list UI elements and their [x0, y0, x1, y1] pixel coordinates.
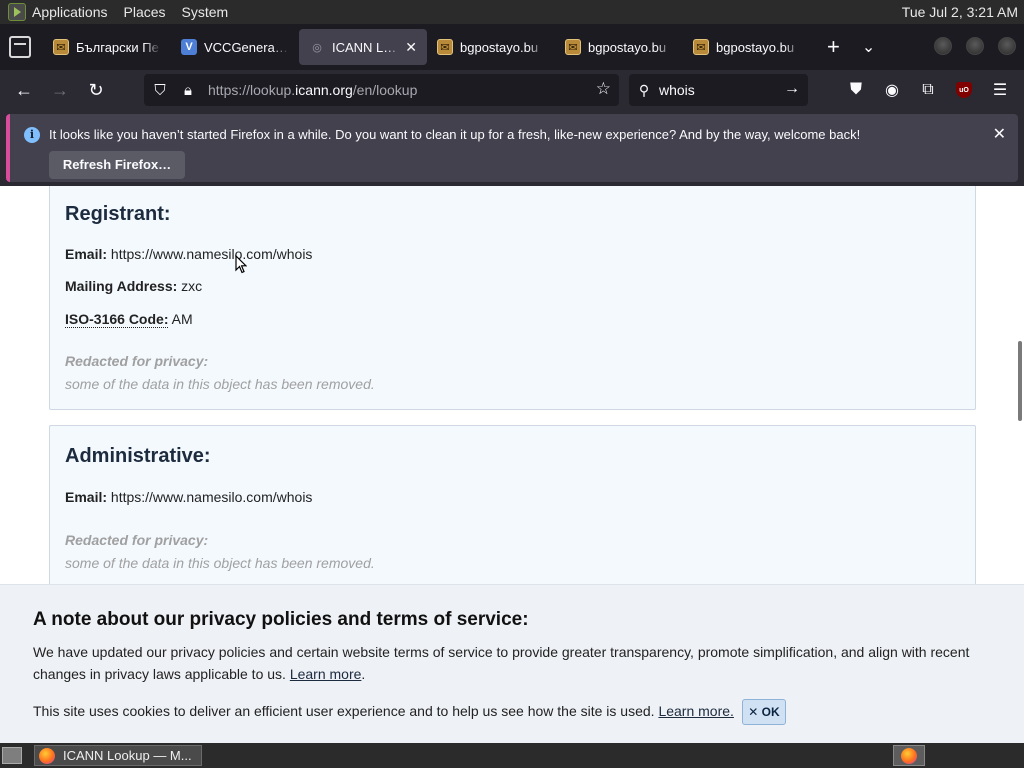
learn-more-link[interactable]: Learn more: [290, 666, 362, 682]
taskbar-window-firefox[interactable]: ICANN Lookup — M...: [34, 745, 202, 766]
reload-icon[interactable]: ↻: [78, 74, 114, 106]
applications-menu[interactable]: Applications: [32, 4, 108, 20]
icann-icon: ◎: [312, 41, 322, 54]
period: .: [361, 666, 366, 682]
privacy-paragraph: We have updated our privacy policies and…: [33, 641, 993, 685]
firefox-tray-icon: [901, 747, 917, 764]
bgpostayo-icon: ✉: [53, 39, 69, 55]
v-icon: V: [181, 39, 197, 55]
tab-label: Български Пе: [76, 39, 159, 55]
mailing-address-label: Mailing Address:: [65, 278, 178, 294]
extensions-icon[interactable]: ⧉: [910, 74, 946, 106]
notification-area: i It looks like you haven’t started Fire…: [0, 110, 1024, 186]
email-value: https://www.namesilo.com/whois: [110, 246, 313, 262]
administrative-heading: Administrative:: [65, 445, 211, 467]
search-bar[interactable]: ⚲ whois →: [629, 74, 808, 106]
search-input[interactable]: whois: [659, 82, 695, 98]
tab-label: bgpostayo.bu: [588, 39, 667, 55]
redacted-heading: Redacted for privacy:: [65, 353, 209, 369]
tab-label: bgpostayo.bu: [716, 39, 795, 55]
new-tab-icon[interactable]: +: [827, 34, 840, 60]
back-icon[interactable]: ←: [6, 74, 42, 106]
show-desktop-icon[interactable]: [2, 747, 22, 764]
account-icon[interactable]: ◉: [874, 74, 910, 106]
tab-bgpostayo-2[interactable]: ✉ bgpostayo.bu: [555, 29, 683, 65]
tab-strip: ✉ Български Пе V VCCGenerator ◎ ICANN Lo…: [0, 24, 1024, 70]
registrant-iso-row: ISO-3166 Code: AM: [65, 311, 193, 328]
tray-firefox[interactable]: [893, 745, 925, 766]
tab-vccgenerator[interactable]: V VCCGenerator: [171, 29, 299, 65]
close-window-icon[interactable]: [998, 37, 1016, 55]
redacted-heading: Redacted for privacy:: [65, 532, 209, 548]
email-value: https://www.namesilo.com/whois: [110, 489, 313, 505]
cookie-paragraph: This site uses cookies to deliver an eff…: [33, 703, 734, 719]
tab-label: ICANN Lookup: [332, 39, 401, 55]
refresh-notification: i It looks like you haven’t started Fire…: [6, 114, 1018, 182]
registrant-card: Registrant: Email: https://www.namesilo.…: [49, 186, 976, 410]
list-all-tabs-icon[interactable]: ⌄: [862, 37, 875, 57]
url-bar[interactable]: ⛉ 🔒︎ https://lookup.icann.org/en/lookup …: [144, 74, 619, 106]
window-controls: [934, 37, 1016, 55]
maximize-icon[interactable]: [966, 37, 984, 55]
administrative-email-row: Email: https://www.namesilo.com/whois: [65, 489, 312, 505]
cookie-learn-more-link[interactable]: Learn more.: [658, 703, 733, 719]
scrollbar[interactable]: [1018, 341, 1022, 421]
top-panel: Applications Places System Tue Jul 2, 3:…: [0, 0, 1024, 24]
refresh-firefox-button[interactable]: Refresh Firefox…: [49, 151, 185, 179]
close-notification-icon[interactable]: ✕: [993, 124, 1006, 144]
url-text[interactable]: https://lookup.icann.org/en/lookup: [208, 82, 417, 98]
tab-bgpostayo-3[interactable]: ✉ bgpostayo.bu: [683, 29, 811, 65]
tracking-shield-icon[interactable]: ⛉: [146, 82, 174, 99]
email-label: Email:: [65, 246, 108, 262]
privacy-heading: A note about our privacy policies and te…: [33, 609, 529, 630]
tab-bgpostayo-1[interactable]: ✉ bgpostayo.bu: [427, 29, 555, 65]
bookmark-star-icon[interactable]: ☆: [596, 79, 611, 99]
privacy-banner: A note about our privacy policies and te…: [0, 584, 1024, 743]
system-logo-icon[interactable]: [8, 3, 26, 21]
redacted-text: some of the data in this object has been…: [65, 555, 375, 571]
system-menu[interactable]: System: [182, 4, 229, 20]
tab-label: VCCGenerator: [204, 39, 289, 55]
redacted-text: some of the data in this object has been…: [65, 376, 375, 392]
ublock-icon[interactable]: uO: [946, 74, 982, 106]
info-icon: i: [24, 127, 40, 143]
registrant-address-row: Mailing Address: zxc: [65, 278, 202, 294]
navigation-bar: ← → ↻ ⛉ 🔒︎ https://lookup.icann.org/en/l…: [0, 70, 1024, 110]
toolbar-icons: ⛊ ◉ ⧉ uO ☰: [838, 74, 1018, 106]
administrative-card: Administrative: Email: https://www.names…: [49, 425, 976, 605]
minimize-icon[interactable]: [934, 37, 952, 55]
iso-code-value: AM: [171, 311, 193, 327]
email-label: Email:: [65, 489, 108, 505]
forward-icon[interactable]: →: [42, 74, 78, 106]
tab-bulgarian-post[interactable]: ✉ Български Пе: [43, 29, 171, 65]
firefox-view-icon[interactable]: [9, 36, 31, 58]
taskbar-window-title: ICANN Lookup — M...: [63, 748, 192, 763]
taskbar: ICANN Lookup — M...: [0, 743, 1024, 768]
tab-icann-lookup[interactable]: ◎ ICANN Lookup ✕: [299, 29, 427, 65]
bgpostayo-icon: ✉: [693, 39, 709, 55]
privacy-text: We have updated our privacy policies and…: [33, 644, 970, 682]
bgpostayo-icon: ✉: [437, 39, 453, 55]
page-content: Registrant: Email: https://www.namesilo.…: [0, 186, 1024, 743]
registrant-heading: Registrant:: [65, 203, 171, 225]
places-menu[interactable]: Places: [124, 4, 166, 20]
notification-message: It looks like you haven’t started Firefo…: [49, 127, 861, 142]
firefox-icon: [39, 747, 55, 764]
lock-icon[interactable]: 🔒︎: [174, 82, 202, 99]
pocket-icon[interactable]: ⛊: [838, 74, 874, 106]
hamburger-menu-icon[interactable]: ☰: [982, 74, 1018, 106]
ok-button[interactable]: ✕ OK: [742, 699, 786, 725]
cookie-text: This site uses cookies to deliver an eff…: [33, 703, 655, 719]
iso-code-label: ISO-3166 Code:: [65, 311, 169, 328]
mailing-address-value: zxc: [181, 278, 203, 294]
tab-label: bgpostayo.bu: [460, 39, 539, 55]
bgpostayo-icon: ✉: [565, 39, 581, 55]
registrant-email-row: Email: https://www.namesilo.com/whois: [65, 246, 312, 262]
close-tab-icon[interactable]: ✕: [405, 39, 417, 56]
search-icon: ⚲: [638, 81, 650, 98]
clock[interactable]: Tue Jul 2, 3:21 AM: [902, 4, 1018, 20]
search-go-icon[interactable]: →: [784, 80, 800, 98]
